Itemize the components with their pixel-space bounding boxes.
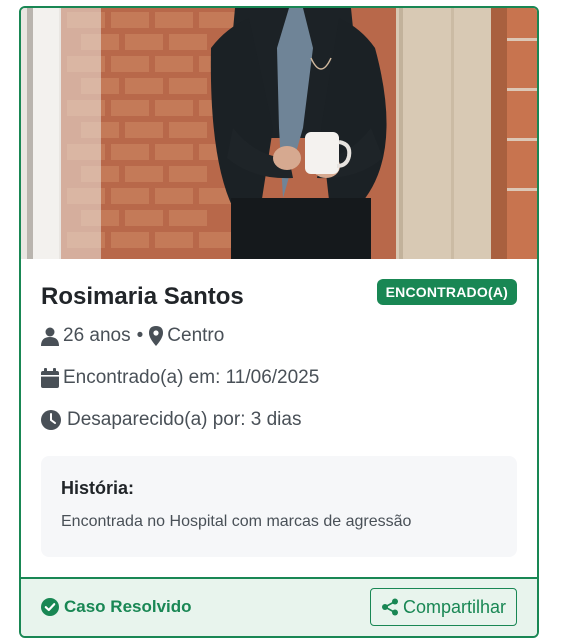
resolved-text: Caso Resolvido xyxy=(64,597,192,616)
share-button[interactable]: Compartilhar xyxy=(369,588,517,626)
separator-dot: • xyxy=(136,325,144,346)
story-text: Encontrada no Hospital com marcas de agr… xyxy=(61,513,412,530)
case-resolved-label: Caso Resolvido xyxy=(41,597,192,617)
found-date-text: Encontrado(a) em: 11/06/2025 xyxy=(63,367,320,388)
calendar-icon xyxy=(41,368,59,388)
found-date-row: Encontrado(a) em: 11/06/2025 xyxy=(41,367,319,389)
age-text: 26 anos xyxy=(63,325,131,346)
age-location-row: 26 anos • Centro xyxy=(41,325,224,347)
share-icon xyxy=(381,598,398,616)
card-body: Rosimaria Santos ENCONTRADO(A) 26 anos •… xyxy=(21,259,537,577)
person-photo xyxy=(21,8,537,259)
clock-icon xyxy=(41,410,61,430)
card-footer: Caso Resolvido Compartilhar xyxy=(21,577,537,636)
person-card: Rosimaria Santos ENCONTRADO(A) 26 anos •… xyxy=(19,6,539,638)
story-box: História: Encontrada no Hospital com mar… xyxy=(41,456,517,557)
person-name: Rosimaria Santos xyxy=(41,283,244,310)
check-circle-icon xyxy=(41,598,59,616)
missing-duration-row: Desaparecido(a) por: 3 dias xyxy=(41,409,301,431)
story-title: História: xyxy=(61,478,135,498)
map-pin-icon xyxy=(149,326,164,346)
user-icon xyxy=(41,327,59,346)
missing-duration-text: Desaparecido(a) por: 3 dias xyxy=(67,409,302,430)
location-text: Centro xyxy=(167,325,225,346)
share-label: Compartilhar xyxy=(402,596,506,617)
status-badge: ENCONTRADO(A) xyxy=(376,279,517,305)
